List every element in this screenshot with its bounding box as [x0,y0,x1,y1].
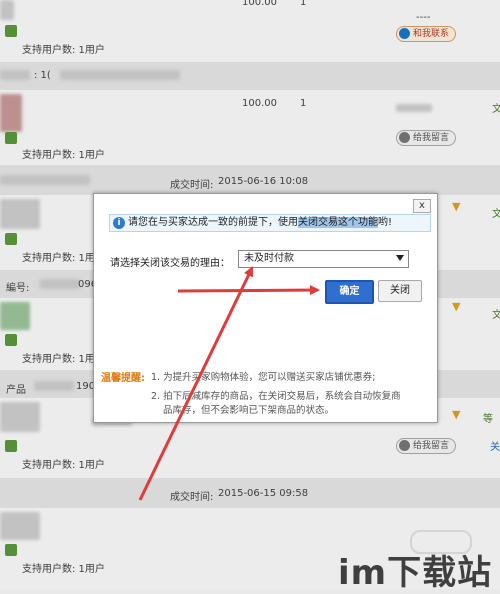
watermark: im下载站 [338,553,493,593]
arrow-to-confirm [177,285,320,296]
arrow-to-select [138,266,254,501]
annotation-arrows [138,266,320,501]
